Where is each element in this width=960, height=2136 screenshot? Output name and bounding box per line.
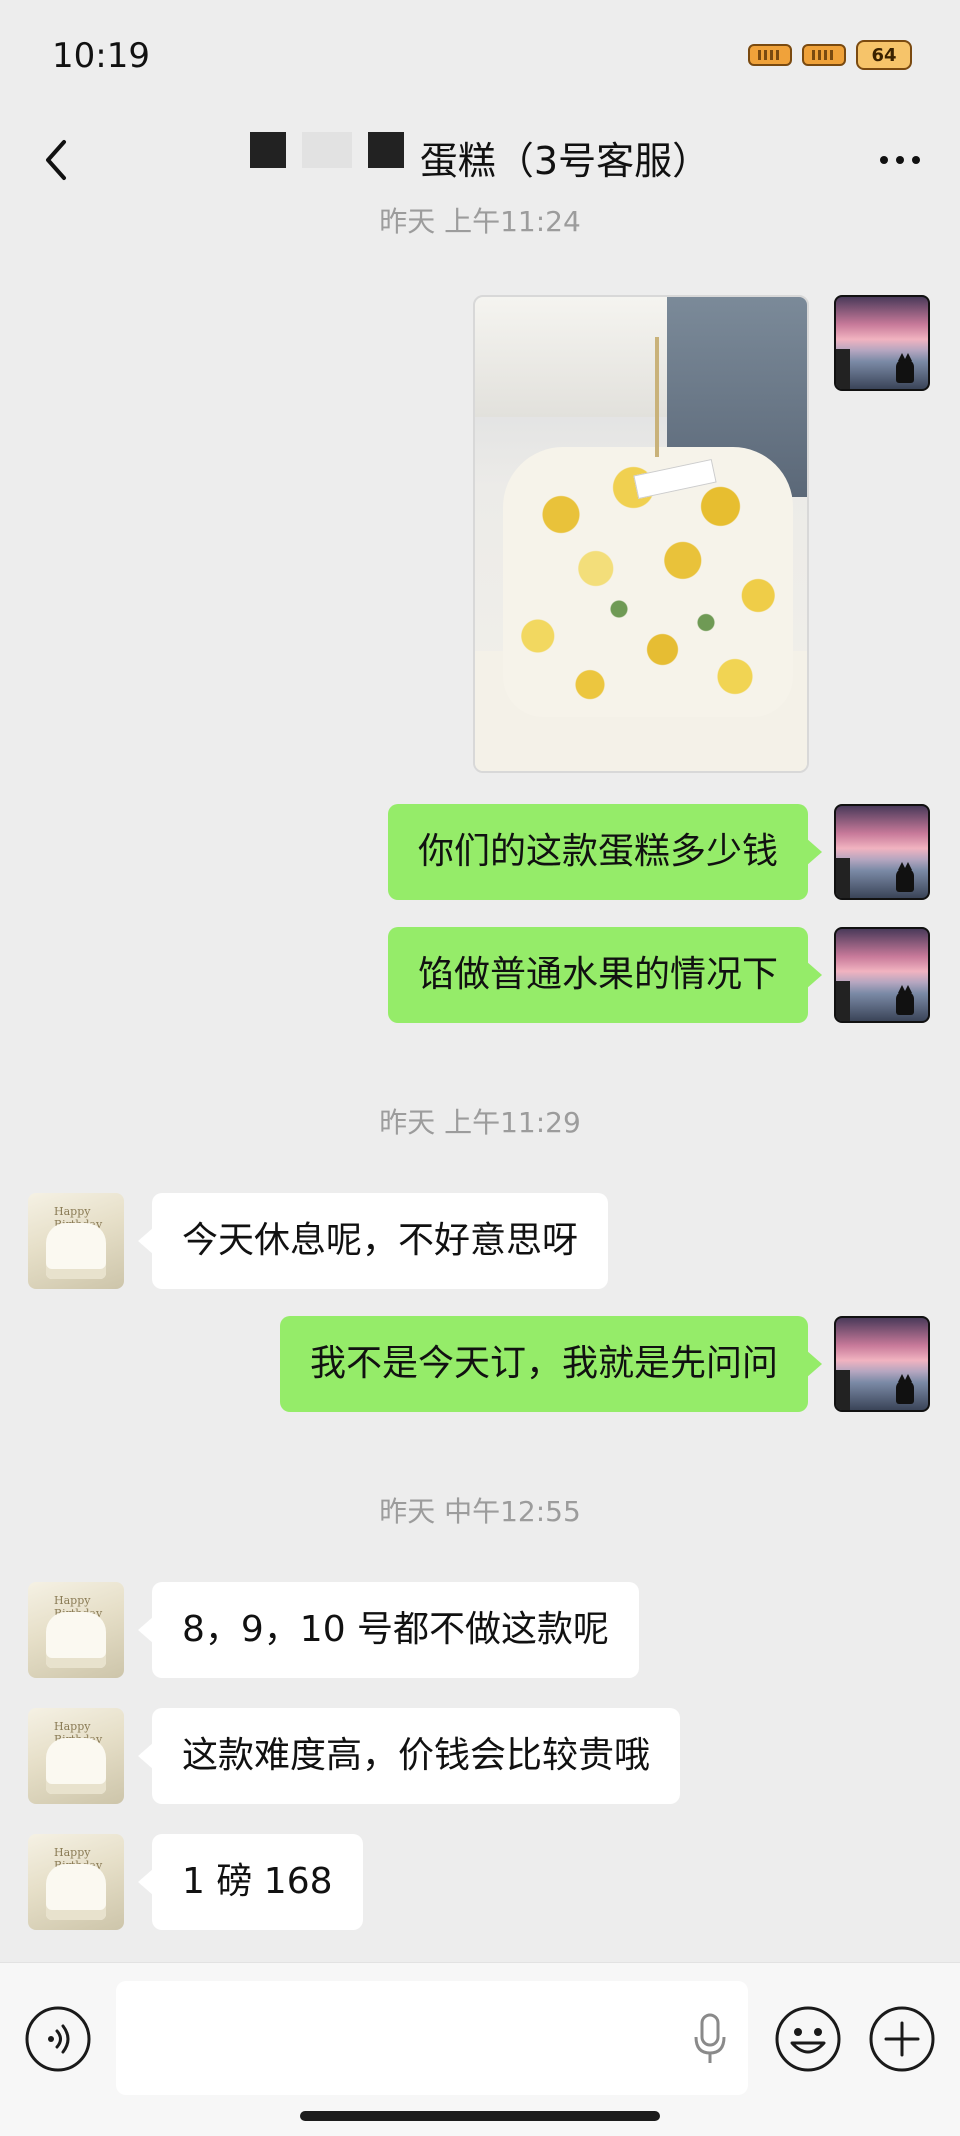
emoji-icon[interactable] [774, 2005, 842, 2073]
shop-avatar[interactable]: Happy Birthday [28, 1582, 124, 1678]
plus-icon[interactable] [868, 2005, 936, 2073]
redaction-block [301, 132, 352, 168]
my-avatar[interactable] [834, 295, 930, 391]
message-bubble-theirs[interactable]: 1 磅 168 [138, 1834, 363, 1930]
chat-title-wrap: 蛋糕（3号客服） [0, 130, 960, 185]
decor-battery-icon [748, 44, 792, 66]
battery-icon: 64 [856, 40, 912, 70]
message-bubble-theirs[interactable]: 这款难度高，价钱会比较贵哦 [137, 1708, 681, 1804]
message-timestamp: 昨天 上午11:24 [379, 205, 581, 238]
photo-background [475, 297, 685, 417]
shop-avatar[interactable]: Happy Birthday [28, 1708, 124, 1804]
message-input[interactable] [116, 1981, 748, 2095]
redaction-block [249, 132, 286, 168]
decor-battery-icon [802, 44, 846, 66]
message-bubble-mine[interactable]: 我不是今天订，我就是先问问 [279, 1316, 823, 1412]
message-input-bar [0, 1962, 960, 2136]
message-bubble-mine[interactable]: 你们的这款蛋糕多少钱 [387, 804, 823, 900]
message-bubble-mine[interactable]: 馅做普通水果的情况下 [387, 927, 823, 1023]
message-timestamp: 昨天 中午12:55 [379, 1495, 581, 1528]
home-indicator[interactable] [300, 2111, 660, 2121]
chat-messages: 昨天 上午11:24 你们的这款蛋糕多少钱 馅做普通水果的情况下 昨天 上午11… [0, 200, 960, 1960]
status-bar: 10:19 64 [0, 0, 960, 110]
redaction-block [367, 132, 404, 168]
photo-message[interactable] [473, 295, 809, 773]
battery-icons: 64 [748, 40, 912, 70]
message-bubble-theirs[interactable]: 今天休息呢，不好意思呀 [137, 1193, 609, 1289]
message-bubble-theirs[interactable]: 8，9，10 号都不做这款呢 [137, 1582, 640, 1678]
shop-avatar[interactable]: Happy Birthday [28, 1834, 124, 1930]
battery-level: 64 [871, 44, 897, 66]
my-avatar[interactable] [834, 804, 930, 900]
status-time: 10:19 [52, 36, 150, 76]
more-options-icon[interactable] [870, 132, 930, 188]
voice-mode-icon[interactable] [24, 2005, 92, 2073]
chat-header: 蛋糕（3号客服） [0, 110, 960, 210]
shop-avatar[interactable]: Happy Birthday [28, 1193, 124, 1289]
chat-title: 蛋糕（3号客服） [419, 139, 711, 183]
message-timestamp: 昨天 上午11:29 [379, 1106, 581, 1139]
my-avatar[interactable] [834, 927, 930, 1023]
my-avatar[interactable] [834, 1316, 930, 1412]
cake-candle [655, 337, 659, 457]
microphone-icon[interactable] [690, 2011, 730, 2067]
